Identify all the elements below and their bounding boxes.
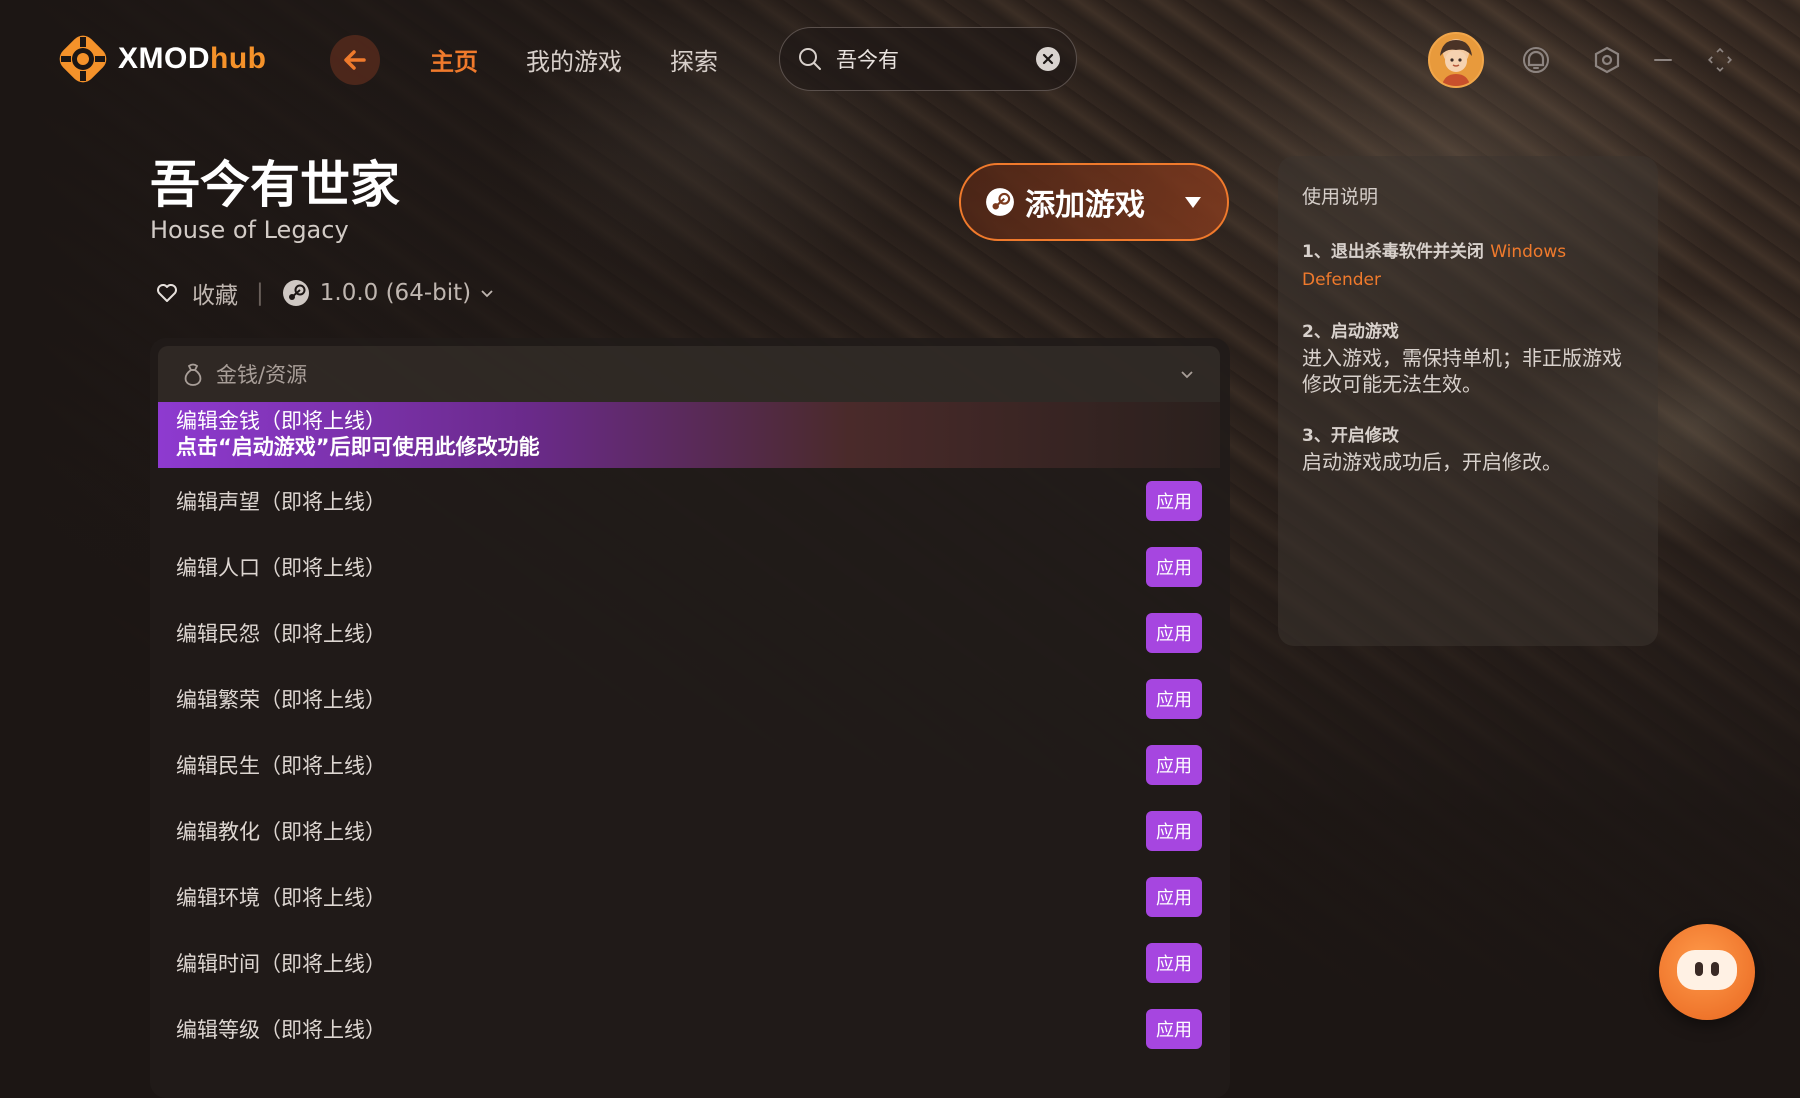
step-body: 启动游戏成功后，开启修改。: [1302, 450, 1562, 474]
hexagon-settings-icon: [1594, 46, 1620, 74]
instruction-step: 3、开启修改 启动游戏成功后，开启修改。: [1302, 423, 1634, 475]
mod-row: 编辑民生（即将上线） 应用: [158, 732, 1220, 798]
mod-name: 编辑声望（即将上线）: [176, 490, 386, 514]
step-body: 进入游戏，需保持单机；非正版游戏修改可能无法生效。: [1302, 346, 1622, 396]
mod-row: 编辑时间（即将上线） 应用: [158, 930, 1220, 996]
apply-button[interactable]: 应用: [1146, 811, 1202, 851]
close-icon: [1042, 53, 1054, 65]
settings-icon[interactable]: [1591, 44, 1623, 76]
mod-name: 编辑民生（即将上线）: [176, 754, 386, 778]
category-label: 金钱/资源: [216, 363, 308, 387]
apply-button[interactable]: 应用: [1146, 481, 1202, 521]
step-title: 2、启动游戏: [1302, 322, 1399, 342]
favorite-label: 收藏: [192, 283, 238, 309]
assistant-mascot-button[interactable]: [1659, 924, 1755, 1020]
steam-icon: [282, 280, 309, 306]
step-title: 1、退出杀毒软件并关闭: [1302, 242, 1484, 262]
game-subtitle: House of Legacy: [150, 216, 349, 244]
apply-button[interactable]: 应用: [1146, 745, 1202, 785]
mod-name: 编辑等级（即将上线）: [176, 1018, 386, 1042]
app-logo[interactable]: XMODhub: [58, 34, 266, 84]
main-nav: 主页 我的游戏 探索: [430, 42, 718, 77]
mod-row: 编辑教化（即将上线） 应用: [158, 798, 1220, 864]
apply-button[interactable]: 应用: [1146, 679, 1202, 719]
brand-primary: XMOD: [118, 42, 210, 75]
avatar-icon: [1440, 40, 1472, 86]
mod-row: 编辑等级（即将上线） 应用: [158, 996, 1220, 1062]
brand-secondary: hub: [210, 42, 267, 75]
version-label: 1.0.0 (64-bit): [319, 280, 472, 306]
game-meta: 收藏 | 1.0.0 (64-bit): [156, 276, 495, 310]
mod-name: 编辑教化（即将上线）: [176, 820, 386, 844]
expand-icon: [1708, 48, 1732, 72]
chevron-down-icon: [481, 290, 493, 298]
search-icon: [799, 48, 821, 70]
instructions-panel: 使用说明 1、退出杀毒软件并关闭 Windows Defender 2、启动游戏…: [1278, 156, 1658, 646]
caret-down-icon[interactable]: [1183, 194, 1203, 210]
mod-name: 编辑时间（即将上线）: [176, 952, 386, 976]
apply-button[interactable]: 应用: [1146, 547, 1202, 587]
steam-icon: [986, 188, 1014, 216]
apply-button[interactable]: 应用: [1146, 613, 1202, 653]
app-name: XMODhub: [118, 42, 266, 76]
mascot-face-icon: [1677, 950, 1737, 990]
instruction-step: 2、启动游戏 进入游戏，需保持单机；非正版游戏修改可能无法生效。: [1302, 319, 1634, 397]
favorite-button[interactable]: 收藏: [156, 276, 238, 310]
apply-button[interactable]: 应用: [1146, 1009, 1202, 1049]
nav-explore[interactable]: 探索: [670, 42, 718, 77]
mod-row: 编辑环境（即将上线） 应用: [158, 864, 1220, 930]
xmod-logo-icon: [59, 35, 107, 83]
instructions-title: 使用说明: [1302, 186, 1379, 208]
nav-my-games[interactable]: 我的游戏: [526, 42, 622, 77]
notification-icon[interactable]: [1520, 44, 1552, 76]
search-input[interactable]: 吾今有: [836, 44, 1036, 74]
nav-home[interactable]: 主页: [430, 42, 478, 77]
search-bar[interactable]: 吾今有: [779, 27, 1077, 91]
mod-name: 编辑繁荣（即将上线）: [176, 688, 386, 712]
mod-name: 编辑金钱（即将上线）: [176, 409, 386, 433]
mod-row: 编辑声望（即将上线） 应用: [158, 468, 1220, 534]
add-game-button[interactable]: 添加游戏: [959, 163, 1229, 241]
money-bag-icon: [184, 363, 202, 386]
step-title: 3、开启修改: [1302, 426, 1399, 446]
minimize-icon[interactable]: [1647, 44, 1679, 76]
apply-button[interactable]: 应用: [1146, 943, 1202, 983]
category-header[interactable]: 金钱/资源: [158, 346, 1220, 402]
back-button[interactable]: [330, 35, 380, 85]
mod-row: 编辑民怨（即将上线） 应用: [158, 600, 1220, 666]
launch-hint: 点击“启动游戏”后即可使用此修改功能: [176, 435, 540, 459]
mod-row-highlighted[interactable]: 编辑金钱（即将上线） 点击“启动游戏”后即可使用此修改功能: [158, 402, 1220, 468]
instruction-step: 1、退出杀毒软件并关闭 Windows Defender: [1302, 237, 1634, 293]
chevron-down-icon: [1181, 371, 1193, 379]
mod-name: 编辑民怨（即将上线）: [176, 622, 386, 646]
arrow-left-icon: [344, 50, 366, 70]
clear-search-button[interactable]: [1036, 47, 1060, 71]
minus-icon: [1654, 59, 1672, 61]
top-bar: XMODhub 主页 我的游戏 探索 吾今有: [0, 0, 1800, 120]
bell-icon: [1523, 47, 1549, 73]
avatar[interactable]: [1428, 32, 1484, 88]
mod-name: 编辑人口（即将上线）: [176, 556, 386, 580]
apply-button[interactable]: 应用: [1146, 877, 1202, 917]
version-selector[interactable]: 1.0.0 (64-bit): [282, 279, 495, 307]
mod-name: 编辑环境（即将上线）: [176, 886, 386, 910]
game-title: 吾今有世家: [150, 156, 400, 214]
heart-icon: [157, 284, 177, 302]
mod-row: 编辑人口（即将上线） 应用: [158, 534, 1220, 600]
mascot-eye: [1711, 962, 1719, 976]
add-game-label: 添加游戏: [1025, 188, 1145, 223]
meta-divider: |: [256, 280, 264, 306]
mod-row: 编辑繁荣（即将上线） 应用: [158, 666, 1220, 732]
mascot-eye: [1695, 962, 1703, 976]
mod-panel: 金钱/资源 编辑金钱（即将上线） 点击“启动游戏”后即可使用此修改功能 编辑声望…: [150, 338, 1230, 1098]
fullscreen-icon[interactable]: [1704, 44, 1736, 76]
